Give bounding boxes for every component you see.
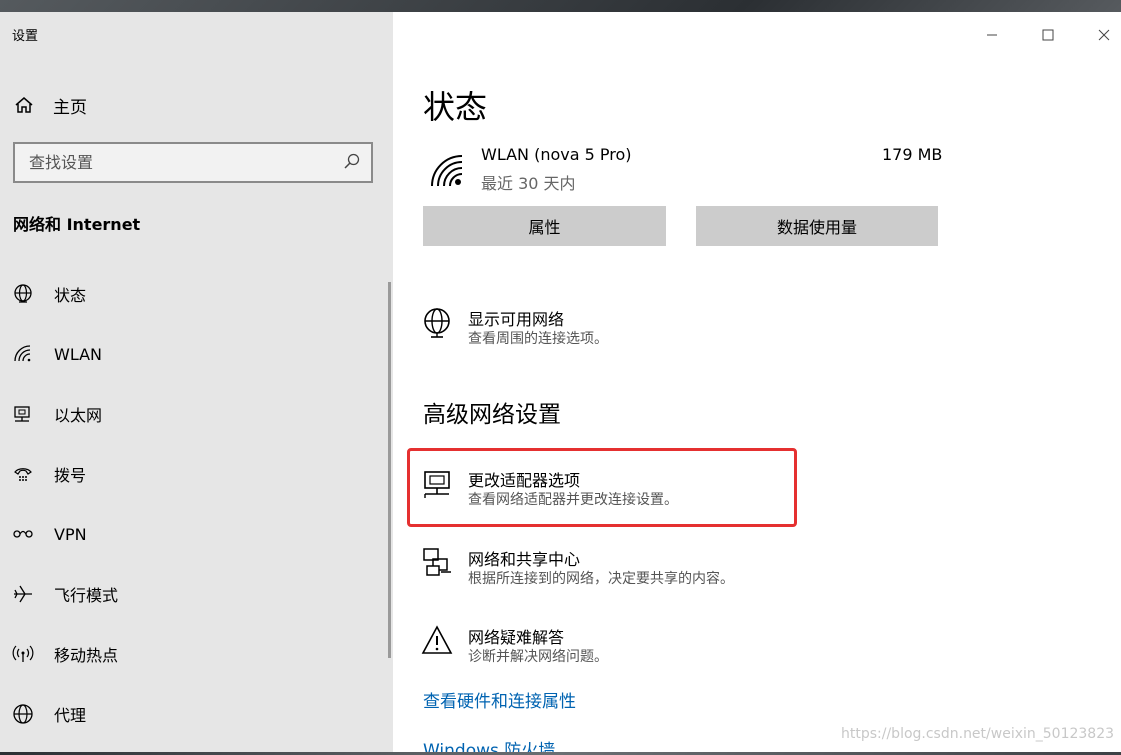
sidebar-item-label: WLAN — [54, 344, 103, 364]
warning-icon — [421, 624, 455, 658]
sidebar-section-title: 网络和 Internet — [13, 215, 141, 234]
network-sharing-center-item[interactable]: 网络和共享中心 根据所连接到的网络，决定要共享的内容。 — [421, 546, 821, 598]
sidebar-item-hotspot[interactable]: 移动热点 — [0, 632, 385, 676]
sharing-center-icon — [421, 546, 455, 580]
home-label: 主页 — [53, 97, 87, 118]
sidebar-item-airplane[interactable]: 飞行模式 — [0, 572, 385, 616]
firewall-link[interactable]: Windows 防火墙 — [423, 736, 555, 752]
data-usage-button[interactable]: 数据使用量 — [696, 206, 938, 246]
sharing-center-title: 网络和共享中心 — [468, 550, 581, 569]
ethernet-icon — [12, 403, 34, 425]
show-networks-desc: 查看周围的连接选项。 — [468, 331, 608, 347]
troubleshoot-desc: 诊断并解决网络问题。 — [468, 649, 608, 665]
globe-status-icon — [12, 283, 34, 305]
network-globe-icon — [421, 306, 455, 340]
advanced-heading: 高级网络设置 — [423, 402, 561, 428]
adapter-monitor-icon — [421, 467, 455, 501]
sidebar-scrollbar[interactable] — [388, 282, 391, 658]
connection-period: 最近 30 天内 — [481, 174, 576, 193]
wifi-icon — [12, 343, 34, 365]
search-input[interactable] — [29, 153, 329, 172]
show-networks-item[interactable]: 显示可用网络 查看周围的连接选项。 — [421, 306, 821, 358]
search-icon[interactable] — [343, 152, 361, 174]
app-title: 设置 — [12, 29, 39, 44]
sidebar-item-proxy[interactable]: 代理 — [0, 692, 385, 736]
sidebar-item-ethernet[interactable]: 以太网 — [0, 392, 385, 436]
wifi-signal-icon — [429, 153, 465, 189]
dialup-icon — [12, 463, 34, 485]
sidebar-item-label: 拨号 — [54, 466, 87, 485]
sidebar-item-wlan[interactable]: WLAN — [0, 332, 385, 376]
sidebar: 设置 主页 网络和 Internet 状态 WLAN — [0, 12, 393, 752]
troubleshoot-item[interactable]: 网络疑难解答 诊断并解决网络问题。 — [421, 624, 821, 676]
home-icon — [13, 94, 35, 116]
sidebar-home[interactable]: 主页 — [0, 88, 393, 122]
change-adapter-desc: 查看网络适配器并更改连接设置。 — [468, 492, 678, 508]
show-networks-title: 显示可用网络 — [468, 310, 565, 329]
change-adapter-options-item[interactable]: 更改适配器选项 查看网络适配器并更改连接设置。 — [421, 467, 821, 519]
hardware-properties-link[interactable]: 查看硬件和连接属性 — [423, 687, 576, 712]
sidebar-item-dialup[interactable]: 拨号 — [0, 452, 385, 496]
sidebar-item-vpn[interactable]: VPN — [0, 512, 385, 556]
hotspot-icon — [12, 643, 34, 665]
sidebar-item-label: 移动热点 — [54, 646, 119, 665]
change-adapter-title: 更改适配器选项 — [468, 471, 581, 490]
sidebar-item-label: 以太网 — [54, 406, 103, 425]
settings-window: 设置 主页 网络和 Internet 状态 WLAN — [0, 12, 1121, 752]
connection-usage: 179 MB — [882, 145, 943, 164]
sidebar-item-status[interactable]: 状态 — [0, 272, 385, 316]
watermark: https://blog.csdn.net/weixin_50123823 — [841, 726, 1115, 742]
page-title: 状态 — [423, 88, 488, 126]
sidebar-item-label: 飞行模式 — [54, 586, 119, 605]
proxy-globe-icon — [12, 703, 34, 725]
sidebar-item-label: 代理 — [54, 706, 87, 725]
sidebar-item-label: VPN — [54, 524, 87, 544]
properties-button[interactable]: 属性 — [423, 206, 666, 246]
airplane-icon — [12, 583, 34, 605]
troubleshoot-title: 网络疑难解答 — [468, 628, 565, 647]
sharing-center-desc: 根据所连接到的网络，决定要共享的内容。 — [468, 571, 734, 587]
sidebar-item-label: 状态 — [54, 286, 87, 305]
vpn-icon — [12, 523, 34, 545]
connection-name: WLAN (nova 5 Pro) — [481, 145, 632, 164]
search-box[interactable] — [13, 142, 373, 183]
main-content: 状态 WLAN (nova 5 Pro) 最近 30 天内 179 MB 属性 … — [393, 12, 1121, 752]
